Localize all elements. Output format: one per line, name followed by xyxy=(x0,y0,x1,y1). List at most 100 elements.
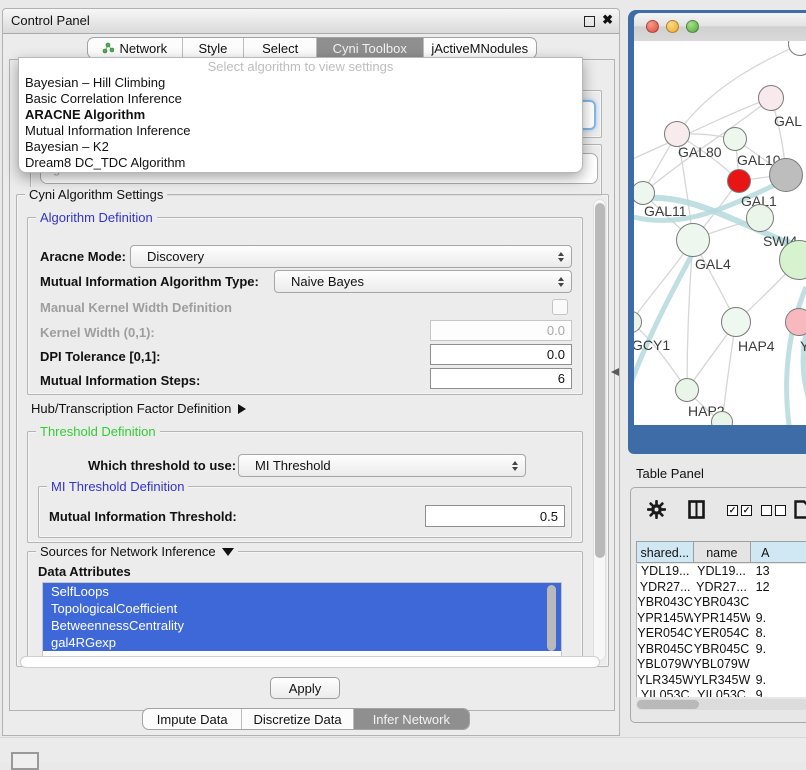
network-view-window[interactable]: GALGAL80GAL10GAL1GAL11SWI4GAL4GCY1HAP4YH… xyxy=(628,10,806,454)
table-row[interactable]: YIL053CYIL053C9. xyxy=(637,688,806,697)
table-row[interactable]: YLR345WYLR345W9. xyxy=(637,673,806,689)
algorithm-option[interactable]: Basic Correlation Inference xyxy=(19,91,582,107)
network-canvas[interactable]: GALGAL80GAL10GAL1GAL11SWI4GAL4GCY1HAP4YH… xyxy=(634,41,806,425)
data-attributes-list[interactable]: SelfLoopsTopologicalCoefficientBetweenne… xyxy=(42,582,562,660)
table-row[interactable]: YBR045CYBR045C9. xyxy=(637,642,806,658)
network-node-hap2[interactable] xyxy=(675,378,699,402)
node-label: GAL80 xyxy=(678,144,722,160)
table-header: shared... name A xyxy=(636,541,806,563)
table-cell xyxy=(750,657,806,673)
table-row[interactable]: YBL079WYBL079W xyxy=(637,657,806,673)
dpi-tolerance-field[interactable] xyxy=(430,344,572,365)
attribute-list-item[interactable]: BetweennessCentrality xyxy=(43,617,561,634)
settings-scrollbar[interactable] xyxy=(593,199,606,661)
column-header-next[interactable]: A xyxy=(751,541,806,563)
control-panel-titlebar[interactable]: Control Panel ✖ xyxy=(3,9,619,34)
algorithm-option[interactable]: Bayesian – K2 xyxy=(19,139,582,155)
algorithm-option[interactable]: Dream8 DC_TDC Algorithm xyxy=(19,155,582,171)
aracne-mode-value: Discovery xyxy=(131,249,204,264)
settings-hscrollbar[interactable] xyxy=(20,656,600,668)
kernel-width-label: Kernel Width (0,1): xyxy=(40,325,155,340)
column-header-name[interactable]: name xyxy=(694,541,751,563)
tab-select[interactable]: Select xyxy=(243,38,316,58)
table-row[interactable]: YBR043CYBR043C xyxy=(637,595,806,611)
mi-threshold-field[interactable] xyxy=(425,505,565,527)
attributes-scrollbar-thumb[interactable] xyxy=(547,585,556,651)
sources-group-title-row[interactable]: Sources for Network Inference xyxy=(36,544,238,559)
algorithm-option[interactable]: Mutual Information Inference xyxy=(19,123,582,139)
minimize-traffic-light[interactable] xyxy=(666,20,679,33)
collapsed-panel-icon[interactable] xyxy=(11,752,39,770)
apply-button[interactable]: Apply xyxy=(270,677,340,699)
settings-scrollbar-thumb[interactable] xyxy=(595,203,605,558)
zoom-traffic-light[interactable] xyxy=(686,20,699,33)
threshold-definition-title: Threshold Definition xyxy=(36,424,160,439)
hub-definition-label: Hub/Transcription Factor Definition xyxy=(31,401,231,416)
tab-label: Infer Network xyxy=(373,712,450,727)
table-toolbar: ✓✓ xyxy=(631,498,806,526)
select-all-columns-icon[interactable]: ✓✓ xyxy=(727,505,752,516)
tab-label: Style xyxy=(198,41,227,56)
network-node[interactable] xyxy=(769,158,803,192)
table-hscrollbar-thumb[interactable] xyxy=(637,700,699,709)
manual-kernel-label: Manual Kernel Width Definition xyxy=(40,300,232,315)
algorithm-definition-title: Algorithm Definition xyxy=(36,210,157,225)
algorithm-definition-group: Algorithm Definition Aracne Mode: Discov… xyxy=(27,217,583,395)
table-row[interactable]: YPR145WYPR145W9. xyxy=(637,611,806,627)
tab-network[interactable]: Network xyxy=(88,38,182,58)
which-threshold-combo[interactable]: MI Threshold xyxy=(238,454,526,477)
maximize-icon[interactable] xyxy=(584,16,595,27)
table-panel-window: ✓✓ shared... name A YDL19...YDL19...13YD… xyxy=(630,487,806,723)
gear-icon[interactable] xyxy=(647,500,666,524)
attribute-list-item[interactable]: gal4RGexp xyxy=(43,634,561,651)
network-node-gal10[interactable] xyxy=(723,127,747,151)
table-row[interactable]: YDL19...YDL19...13 xyxy=(637,564,806,580)
network-node-gal4[interactable] xyxy=(676,223,710,257)
attribute-list-item[interactable]: SelfLoops xyxy=(43,583,561,600)
close-icon[interactable]: ✖ xyxy=(602,12,613,28)
stepper-icon xyxy=(558,277,564,287)
which-threshold-label: Which threshold to use: xyxy=(88,458,236,473)
mi-steps-field[interactable] xyxy=(430,368,572,389)
status-strip xyxy=(0,737,806,763)
deselect-all-columns-icon[interactable] xyxy=(761,505,786,516)
attribute-list-item[interactable]: TopologicalCoefficient xyxy=(43,600,561,617)
tab-cyni-toolbox[interactable]: Cyni Toolbox xyxy=(316,38,423,58)
tab-jactivemnodules[interactable]: jActiveMNodules xyxy=(423,38,537,58)
network-window-titlebar[interactable] xyxy=(634,13,806,42)
table-cell: YDR27... xyxy=(693,580,749,596)
table-cell xyxy=(750,595,806,611)
tab-style[interactable]: Style xyxy=(182,38,244,58)
stepper-icon xyxy=(558,252,564,262)
network-node-y[interactable] xyxy=(785,308,806,336)
which-threshold-value: MI Threshold xyxy=(239,458,331,473)
table-cell: YBR045C xyxy=(637,642,693,658)
table-cell: YLR345W xyxy=(637,673,693,689)
network-node-gal1[interactable] xyxy=(727,169,751,193)
column-header-shared-name[interactable]: shared... xyxy=(636,541,694,563)
mi-type-combo[interactable]: Naive Bayes xyxy=(274,270,572,293)
aracne-mode-combo[interactable]: Discovery xyxy=(130,245,572,268)
table-row[interactable]: YER054CYER054C8. xyxy=(637,626,806,642)
manual-kernel-checkbox[interactable] xyxy=(552,299,568,315)
table-cell: YIL053C xyxy=(693,688,749,697)
network-node-swi4[interactable] xyxy=(746,204,774,232)
tab-infer-network[interactable]: Infer Network xyxy=(353,709,469,729)
table-cell: YPR145W xyxy=(693,611,749,627)
hub-definition-expander[interactable]: Hub/Transcription Factor Definition xyxy=(31,401,246,416)
table-hscrollbar[interactable] xyxy=(636,699,806,710)
table-body[interactable]: YDL19...YDL19...13YDR27...YDR27...12YBR0… xyxy=(636,564,806,697)
tab-label: jActiveMNodules xyxy=(431,41,528,56)
tab-impute-data[interactable]: Impute Data xyxy=(143,709,241,729)
algorithm-option[interactable]: ARACNE Algorithm xyxy=(19,107,582,123)
new-table-icon[interactable] xyxy=(794,500,806,524)
tab-discretize-data[interactable]: Discretize Data xyxy=(241,709,352,729)
network-node-gal[interactable] xyxy=(758,85,784,111)
close-traffic-light[interactable] xyxy=(646,20,659,33)
table-row[interactable]: YDR27...YDR27...12 xyxy=(637,580,806,596)
kernel-width-field[interactable] xyxy=(430,320,572,341)
table-cell: YBR043C xyxy=(637,595,693,611)
network-node-hap4[interactable] xyxy=(721,307,751,337)
show-columns-icon[interactable] xyxy=(688,500,705,524)
algorithm-option[interactable]: Bayesian – Hill Climbing xyxy=(19,75,582,91)
